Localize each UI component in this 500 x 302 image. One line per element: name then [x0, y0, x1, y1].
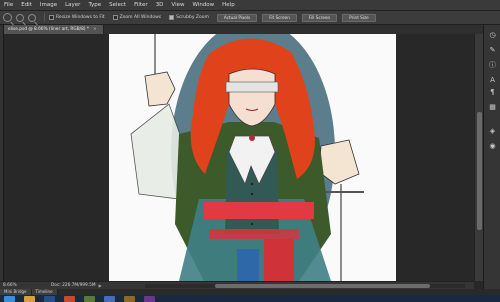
options-bar: Resize Windows to Fit Zoom All Windows S…	[0, 11, 500, 25]
horizontal-scroll-thumb[interactable]	[215, 284, 430, 288]
zoom-in-icon[interactable]	[16, 13, 24, 22]
explorer-icon[interactable]	[24, 295, 35, 302]
vertical-scroll-thumb[interactable]	[477, 112, 482, 230]
document-info: Doc: 226.7M/999.5M	[51, 283, 96, 288]
red-leg	[264, 239, 294, 281]
menu-edit[interactable]: Edit	[21, 0, 32, 10]
start-icon[interactable]	[4, 295, 15, 302]
document-tab[interactable]: elise.psd @ 8.66% (liner art, RGB/8) * ×	[4, 25, 104, 34]
app-icon[interactable]	[144, 295, 155, 302]
red-sash	[204, 202, 314, 219]
menu-view[interactable]: View	[171, 0, 184, 10]
media-icon[interactable]	[84, 295, 95, 302]
document-tab-title: elise.psd @ 8.66% (liner art, RGB/8) *	[8, 27, 90, 32]
info-icon[interactable]: ⓘ	[488, 61, 497, 69]
resize-windows-check[interactable]: Resize Windows to Fit	[49, 15, 105, 20]
checkbox-box[interactable]	[49, 15, 54, 20]
close-icon[interactable]: ×	[93, 27, 97, 32]
status-menu-arrow-icon[interactable]: ▶	[99, 283, 102, 288]
menu-layer[interactable]: Layer	[65, 0, 80, 10]
channels-icon[interactable]: ◉	[488, 142, 497, 150]
photoshop-window: File Edit Image Layer Type Select Filter 3D View…	[0, 0, 500, 302]
character-icon[interactable]: A	[488, 76, 497, 84]
swatches-icon[interactable]: ▦	[488, 103, 497, 111]
button	[250, 182, 254, 186]
blue-accent	[237, 249, 259, 281]
os-taskbar	[0, 295, 500, 302]
menu-type[interactable]: Type	[88, 0, 101, 10]
panel-dock: ◷ ✎ ⓘ A ¶ ▦ ◈ ◉	[483, 25, 500, 289]
zoom-icon[interactable]	[3, 13, 12, 22]
left-hand	[144, 71, 176, 107]
brush-presets-icon[interactable]: ✎	[488, 46, 497, 54]
actual-pixels-button[interactable]: Actual Pixels	[216, 13, 258, 22]
illustration	[130, 34, 364, 281]
menu-image[interactable]: Image	[40, 0, 57, 10]
zoom-out-icon[interactable]	[28, 13, 36, 22]
scrubby-zoom-label: Scrubby Zoom	[176, 15, 209, 20]
menu-3d[interactable]: 3D	[156, 0, 164, 10]
paragraph-icon[interactable]: ¶	[488, 88, 497, 96]
menu-file[interactable]: File	[4, 0, 13, 10]
print-size-button[interactable]: Print Size	[342, 13, 376, 22]
mail-icon[interactable]	[104, 295, 115, 302]
history-icon[interactable]: ◷	[488, 31, 497, 39]
artwork-canvas[interactable]	[109, 34, 396, 281]
zoom-all-windows-label: Zoom All Windows	[119, 15, 162, 20]
horizontal-scrollbar[interactable]	[145, 284, 465, 288]
layers-icon[interactable]: ◈	[488, 127, 497, 135]
document-tab-bar: elise.psd @ 8.66% (liner art, RGB/8) * ×	[4, 25, 483, 34]
resize-windows-label: Resize Windows to Fit	[56, 15, 105, 20]
scrubby-zoom-check[interactable]: Scrubby Zoom	[169, 15, 209, 20]
menu-select[interactable]: Select	[109, 0, 126, 10]
zoom-level[interactable]: 8.66%	[3, 283, 19, 288]
button	[250, 222, 254, 226]
menu-help[interactable]: Help	[222, 0, 235, 10]
canvas-area[interactable]	[4, 34, 474, 281]
red-sash-lower	[209, 229, 299, 239]
menu-window[interactable]: Window	[192, 0, 214, 10]
options-separator	[44, 13, 45, 22]
photoshop-icon[interactable]	[44, 295, 55, 302]
vertical-scrollbar[interactable]	[474, 34, 483, 281]
status-bar: 8.66% Doc: 226.7M/999.5M ▶	[0, 281, 474, 289]
checkbox-box[interactable]	[112, 15, 118, 20]
zoom-all-windows-check[interactable]: Zoom All Windows	[112, 15, 162, 20]
blindfold	[225, 81, 279, 93]
fill-screen-button[interactable]: Fill Screen	[301, 13, 338, 22]
browser-icon[interactable]	[64, 295, 75, 302]
menu-bar: File Edit Image Layer Type Select Filter 3D View…	[0, 0, 500, 11]
menu-filter[interactable]: Filter	[134, 0, 148, 10]
brooch	[249, 135, 255, 141]
folder-icon[interactable]	[124, 295, 135, 302]
checkbox-box[interactable]	[169, 15, 175, 20]
button	[250, 192, 254, 196]
fit-screen-button[interactable]: Fit Screen	[262, 13, 297, 22]
